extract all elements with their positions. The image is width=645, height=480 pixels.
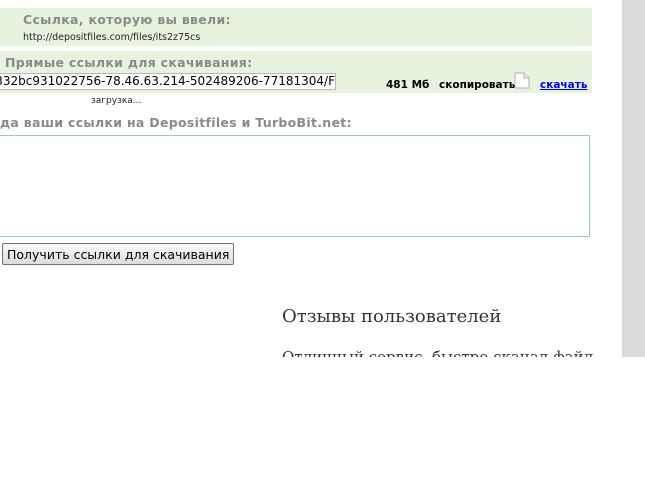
links-input-label: да ваши ссылки на Depositfiles и TurboBi… [0, 115, 352, 130]
loading-text: загрузка... [91, 96, 142, 106]
links-textarea[interactable] [0, 135, 590, 237]
get-links-button[interactable]: Получить ссылки для скачивания [2, 243, 235, 265]
entered-link-url: http://depositfiles.com/files/its2z75cs [23, 32, 201, 43]
direct-links-label: Прямые ссылки для скачивания: [5, 55, 253, 70]
copy-link[interactable]: скопировать [439, 79, 515, 91]
download-link[interactable]: скачать [540, 79, 587, 91]
file-size: 481 Мб [386, 79, 430, 91]
document-icon[interactable] [514, 72, 530, 89]
page-scrollbar[interactable] [622, 0, 645, 357]
review-first-line: Отличный сервис, быстро скачал файл [282, 348, 594, 357]
reviews-text-clip: Отличный сервис, быстро скачал файл [282, 346, 602, 357]
reviews-heading: Отзывы пользователей [282, 306, 502, 327]
entered-link-label: Ссылка, которую вы ввели: [23, 12, 231, 27]
direct-link-url-text: 7405332bc931022756-78.46.63.214-50248920… [0, 74, 335, 88]
direct-link-url-field[interactable]: 7405332bc931022756-78.46.63.214-50248920… [0, 73, 336, 90]
